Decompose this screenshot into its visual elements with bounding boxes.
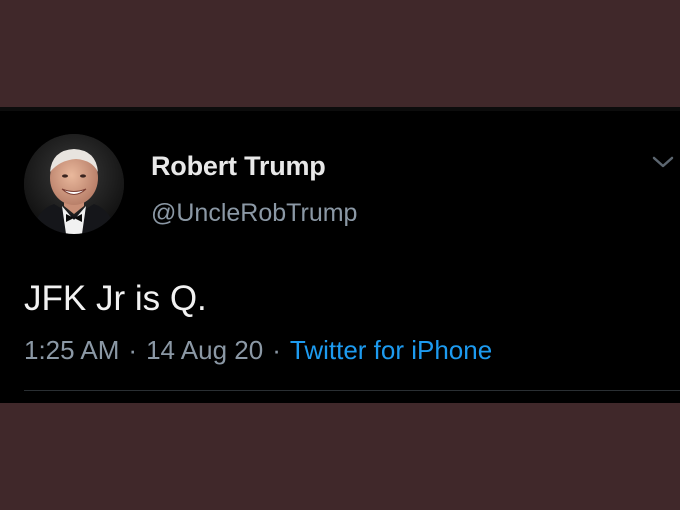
tweet-card: Robert Trump @UncleRobTrump JFK Jr is Q.… <box>0 107 680 403</box>
card-top-edge <box>0 107 680 111</box>
avatar[interactable] <box>24 134 124 234</box>
profile-photo-icon <box>24 134 124 234</box>
tweet-date[interactable]: 14 Aug 20 <box>146 335 263 365</box>
divider <box>24 390 680 391</box>
tweet-time[interactable]: 1:25 AM <box>24 335 119 365</box>
tweet-metadata: 1:25 AM · 14 Aug 20 · Twitter for iPhone <box>24 335 492 366</box>
tweet-source-link[interactable]: Twitter for iPhone <box>290 335 492 365</box>
display-name[interactable]: Robert Trump <box>151 151 326 182</box>
meta-separator: · <box>128 335 138 365</box>
chevron-down-icon[interactable] <box>650 153 676 171</box>
meta-separator: · <box>272 335 281 365</box>
tweet-text: JFK Jr is Q. <box>24 279 207 318</box>
user-handle[interactable]: @UncleRobTrump <box>151 199 357 228</box>
